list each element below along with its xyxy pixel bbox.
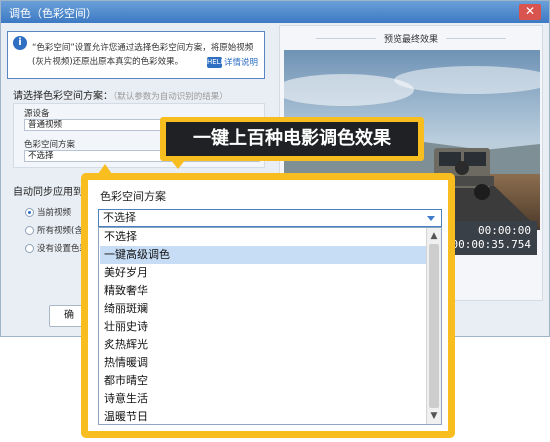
chevron-down-icon bbox=[427, 216, 435, 221]
scheme-label: 请选择色彩空间方案： bbox=[13, 91, 113, 102]
sync-label: 自动同步应用到 bbox=[13, 187, 83, 198]
dropdown-option[interactable]: 炙热辉光 bbox=[100, 336, 426, 354]
close-button[interactable]: ✕ bbox=[519, 4, 541, 20]
scroll-down-icon[interactable]: ▼ bbox=[429, 410, 439, 422]
dropdown-option[interactable]: 美好岁月 bbox=[100, 264, 426, 282]
radio-label: 所有视频(含 bbox=[37, 226, 83, 236]
divider bbox=[446, 38, 506, 39]
help-link-label: 详情说明 bbox=[223, 58, 258, 68]
radio-label: 当前视频 bbox=[37, 208, 72, 218]
dropdown-list: 不选择 一键高级调色 美好岁月 精致奢华 绮丽斑斓 壮丽史诗 炙热辉光 热情暖调… bbox=[98, 227, 442, 425]
radio-icon bbox=[25, 208, 34, 217]
dropdown-option[interactable]: 都市晴空 bbox=[100, 372, 426, 390]
scrollbar-thumb[interactable] bbox=[429, 244, 439, 408]
zoomed-dropdown-panel: 色彩空间方案 不选择 不选择 一键高级调色 美好岁月 精致奢华 绮丽斑斓 壮丽史… bbox=[88, 180, 448, 431]
current-time: 00:00:00 bbox=[478, 224, 531, 237]
dropdown-option[interactable]: 温暖节日 bbox=[100, 408, 426, 426]
source-device-label: 源设备 bbox=[24, 109, 50, 119]
dropdown-option[interactable]: 不选择 bbox=[100, 228, 426, 246]
color-space-label: 色彩空间方案 bbox=[24, 140, 76, 150]
help-link[interactable]: HELP详情说明 bbox=[206, 56, 258, 68]
window-title: 调色（色彩空间） bbox=[9, 7, 97, 20]
radio-current-video[interactable]: 当前视频 bbox=[25, 206, 71, 218]
dropdown-option[interactable]: 绮丽斑斓 bbox=[100, 300, 426, 318]
scroll-up-icon[interactable]: ▲ bbox=[429, 230, 439, 242]
info-icon: i bbox=[13, 36, 27, 50]
title-bar: 调色（色彩空间） ✕ bbox=[1, 1, 549, 23]
color-space-dropdown[interactable]: 不选择 bbox=[98, 209, 442, 227]
callout-pointer bbox=[170, 159, 186, 169]
dropdown-selected-value: 不选择 bbox=[103, 211, 136, 224]
popup-color-space-label: 色彩空间方案 bbox=[100, 190, 166, 203]
promo-callout-text: 一键上百种电影调色效果 bbox=[166, 122, 418, 156]
radio-icon bbox=[25, 226, 34, 235]
dropdown-scrollbar[interactable]: ▲ ▼ bbox=[426, 228, 441, 424]
help-icon: HELP bbox=[206, 57, 225, 68]
scheme-section-label: 请选择色彩空间方案：（默认参数为自动识别的结果） bbox=[13, 87, 228, 102]
zoomed-dropdown-popup: 色彩空间方案 不选择 不选择 一键高级调色 美好岁月 精致奢华 绮丽斑斓 壮丽史… bbox=[81, 173, 455, 438]
radio-icon bbox=[25, 244, 34, 253]
scheme-hint: （默认参数为自动识别的结果） bbox=[113, 92, 228, 102]
dropdown-option[interactable]: 热情暖调 bbox=[100, 354, 426, 372]
radio-all-videos[interactable]: 所有视频(含 bbox=[25, 224, 83, 236]
info-box: i “色彩空间”设置允许您通过选择色彩空间方案，将原始视频(灰片视频)还原出原本… bbox=[7, 31, 265, 79]
promo-callout: 一键上百种电影调色效果 bbox=[160, 117, 424, 161]
dropdown-option[interactable]: 诗意生活 bbox=[100, 390, 426, 408]
total-time: 00:00:35.754 bbox=[451, 238, 531, 251]
dropdown-option[interactable]: 精致奢华 bbox=[100, 282, 426, 300]
radio-unset-videos[interactable]: 没有设置色彩 bbox=[25, 242, 88, 254]
dropdown-option[interactable]: 壮丽史诗 bbox=[100, 318, 426, 336]
dropdown-option-highlighted[interactable]: 一键高级调色 bbox=[100, 246, 426, 264]
